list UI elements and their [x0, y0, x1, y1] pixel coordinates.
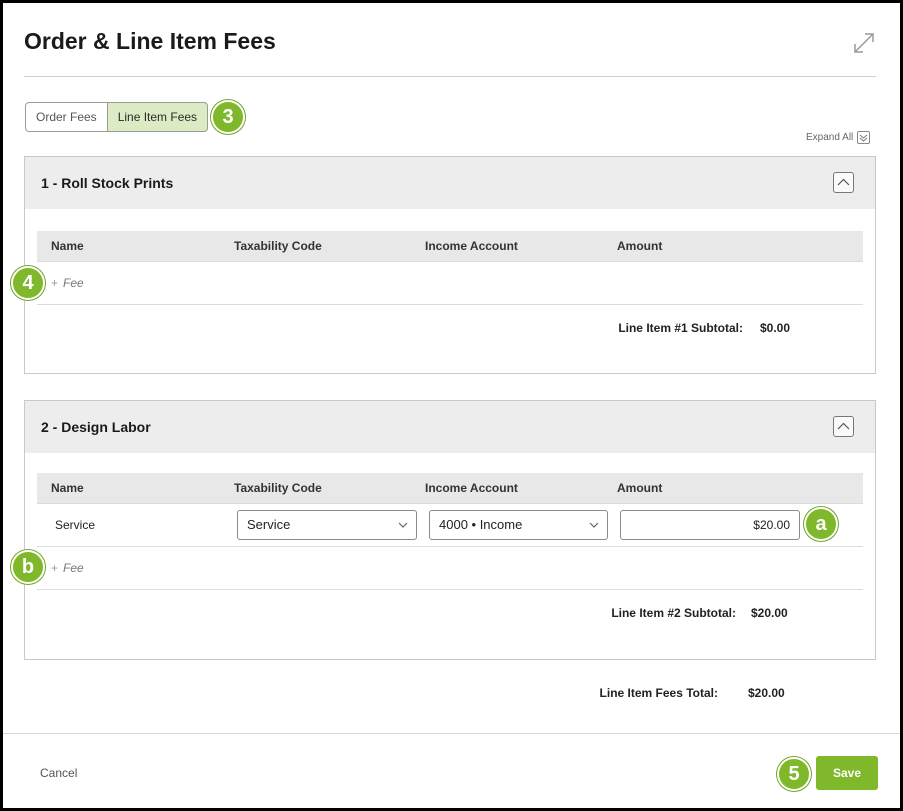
row-divider — [37, 503, 863, 504]
plus-icon: + — [51, 276, 59, 290]
column-income-account: Income Account — [425, 239, 518, 253]
column-name: Name — [51, 239, 84, 253]
line-item-panel-header[interactable]: 2 - Design Labor — [25, 401, 875, 453]
callout-5: 5 — [777, 757, 811, 791]
line-item-title: 2 - Design Labor — [41, 419, 151, 435]
footer-divider — [3, 733, 900, 734]
add-fee-link[interactable]: + Fee — [51, 276, 84, 290]
line-item-fees-total-label: Line Item Fees Total: — [599, 686, 718, 700]
callout-b: b — [11, 550, 45, 584]
table-header: Name Taxability Code Income Account Amou… — [37, 473, 863, 503]
column-amount: Amount — [617, 239, 663, 253]
income-account-select[interactable]: 4000 • Income — [429, 510, 608, 540]
row-divider — [37, 304, 863, 305]
line-item-panel-header[interactable]: 1 - Roll Stock Prints — [25, 157, 875, 209]
plus-icon: + — [51, 561, 59, 575]
dialog-title: Order & Line Item Fees — [24, 28, 276, 54]
expand-icon[interactable] — [851, 30, 877, 56]
subtotal-label: Line Item #2 Subtotal: — [611, 606, 736, 620]
taxability-code-select[interactable]: Service — [237, 510, 417, 540]
callout-3: 3 — [211, 100, 245, 134]
column-taxability-code: Taxability Code — [234, 481, 322, 495]
line-item-panel-2: 2 - Design Labor Name Taxability Code In… — [24, 400, 876, 660]
add-fee-label: Fee — [63, 561, 84, 575]
column-income-account: Income Account — [425, 481, 518, 495]
chevron-down-icon — [857, 131, 871, 144]
row-divider — [37, 589, 863, 590]
row-divider — [37, 546, 863, 547]
save-button[interactable]: Save — [816, 756, 878, 790]
subtotal-value: $0.00 — [760, 321, 791, 335]
income-account-value: 4000 • Income — [439, 517, 523, 532]
column-amount: Amount — [617, 481, 663, 495]
add-fee-label: Fee — [63, 276, 84, 290]
chevron-up-icon — [837, 422, 850, 430]
amount-input[interactable]: $20.00 — [620, 510, 800, 540]
collapse-button[interactable] — [833, 416, 854, 437]
callout-4: 4 — [11, 266, 45, 300]
add-fee-link[interactable]: + Fee — [51, 561, 84, 575]
fee-type-toggle: Order Fees Line Item Fees — [25, 102, 209, 132]
fee-name: Service — [55, 518, 96, 532]
cancel-button[interactable]: Cancel — [40, 766, 77, 780]
column-name: Name — [51, 481, 84, 495]
subtotal-value: $20.00 — [751, 606, 788, 620]
tab-line-item-fees[interactable]: Line Item Fees — [107, 102, 209, 132]
line-item-panel-1: 1 - Roll Stock Prints Name Taxability Co… — [24, 156, 876, 374]
column-taxability-code: Taxability Code — [234, 239, 322, 253]
expand-all-link[interactable]: Expand All — [806, 131, 871, 144]
tab-order-fees[interactable]: Order Fees — [25, 102, 108, 132]
chevron-down-icon — [589, 522, 599, 528]
collapse-button[interactable] — [833, 172, 854, 193]
callout-a: a — [804, 507, 838, 541]
expand-all-label: Expand All — [806, 132, 854, 143]
header-divider — [24, 76, 876, 77]
line-item-title: 1 - Roll Stock Prints — [41, 175, 174, 191]
row-divider — [37, 261, 863, 262]
chevron-up-icon — [837, 178, 850, 186]
subtotal-label: Line Item #1 Subtotal: — [618, 321, 743, 335]
table-header: Name Taxability Code Income Account Amou… — [37, 231, 863, 261]
line-item-fees-total-value: $20.00 — [748, 686, 785, 700]
chevron-down-icon — [398, 522, 408, 528]
taxability-code-value: Service — [247, 517, 291, 532]
